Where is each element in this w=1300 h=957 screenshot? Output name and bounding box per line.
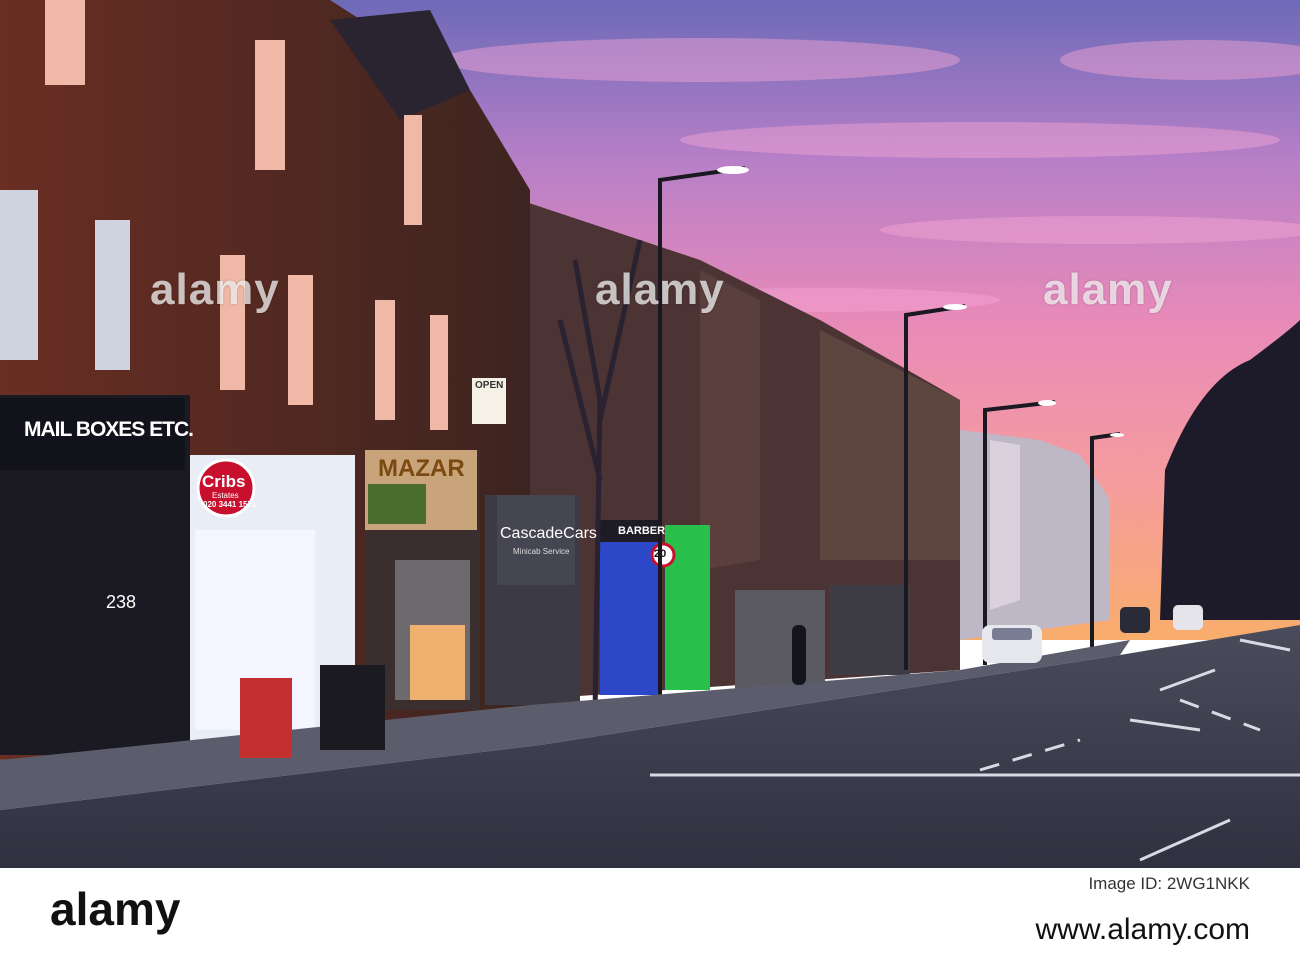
a-board [240, 678, 292, 758]
site-url: www.alamy.com [1035, 913, 1250, 946]
watermark: alamy [1043, 265, 1173, 314]
footer-bar: alamy Image ID: 2WG1NKK www.alamy.com [0, 868, 1300, 957]
cascade-sign: CascadeCars [500, 525, 597, 542]
barber-sign: BARBER [618, 525, 666, 537]
pedestrian [792, 625, 806, 685]
open-sign: OPEN [475, 380, 504, 391]
cascade-sign-sub: Minicab Service [513, 547, 570, 556]
bin [320, 665, 385, 750]
cribs-sign: Cribs [202, 472, 246, 491]
watermark: alamy [150, 265, 280, 314]
watermark: alamy [595, 265, 725, 314]
mail-boxes-sign: MAIL BOXES ETC. [24, 418, 194, 441]
speed-limit-sign: 20 [654, 548, 667, 560]
street-photo: MAIL BOXES ETC. Cribs Estates 020 3441 1… [0, 0, 1300, 868]
image-id: Image ID: 2WG1NKK [1088, 874, 1250, 893]
mazar-sign: MAZAR [378, 455, 465, 482]
footer-logo: alamy [50, 883, 181, 935]
door-number: 238 [106, 592, 137, 612]
cribs-phone: 020 3441 1571 [203, 500, 257, 509]
cribs-sign-sub: Estates [212, 491, 239, 500]
